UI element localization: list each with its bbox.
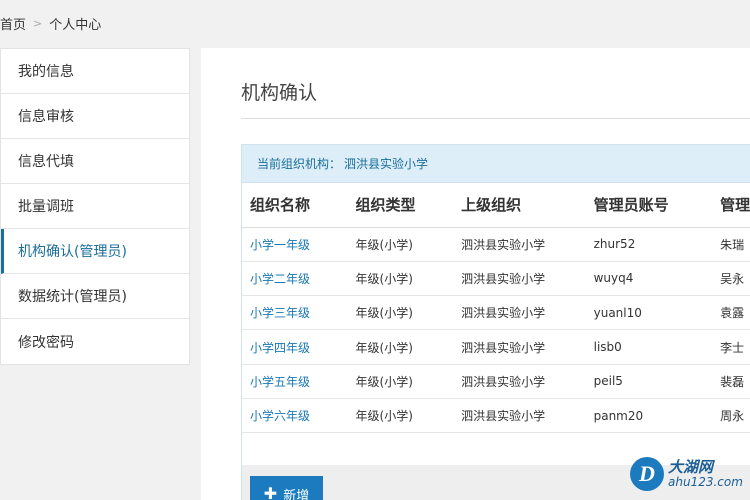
admin-name-cell: 袁露 <box>712 295 750 331</box>
table-row: 小学六年级 年级(小学) 泗洪县实验小学 panm20 周永 <box>242 398 750 434</box>
page-title: 机构确认 <box>241 82 318 104</box>
watermark-logo-icon: D <box>630 457 664 491</box>
parent-org-cell: 泗洪县实验小学 <box>453 398 586 434</box>
sidebar-item-org-confirm[interactable]: 机构确认(管理员) <box>1 229 189 274</box>
watermark-name: 大湖网 <box>668 458 714 477</box>
org-type-cell: 年级(小学) <box>347 364 454 399</box>
sidebar-menu: 我的信息 信息审核 信息代填 批量调班 机构确认(管理员) 数据统计(管理员) … <box>0 48 190 365</box>
sidebar-item-info-fill[interactable]: 信息代填 <box>1 139 189 184</box>
admin-name-cell: 吴永 <box>712 261 750 297</box>
watermark-url: ahu123.com <box>668 474 743 489</box>
parent-org-cell: 泗洪县实验小学 <box>453 364 586 399</box>
column-header-org-type: 组织类型 <box>347 183 454 228</box>
table-row: 小学三年级 年级(小学) 泗洪县实验小学 yuanl10 袁露 <box>242 295 750 331</box>
table-row: 小学二年级 年级(小学) 泗洪县实验小学 wuyq4 吴永 <box>242 261 750 297</box>
sidebar-item-my-info[interactable]: 我的信息 <box>1 49 189 94</box>
org-type-cell: 年级(小学) <box>347 398 454 434</box>
breadcrumb-separator: > <box>33 16 43 30</box>
admin-account-cell: zhur52 <box>585 227 713 262</box>
sidebar-item-batch-transfer[interactable]: 批量调班 <box>1 184 189 229</box>
org-type-cell: 年级(小学) <box>347 295 454 331</box>
breadcrumb-home-link[interactable]: 首页 <box>0 14 26 33</box>
add-button[interactable]: ✚ 新增 <box>250 476 323 500</box>
parent-org-cell: 泗洪县实验小学 <box>453 227 586 262</box>
table-header-row: 组织名称 组织类型 上级组织 管理员账号 管理 <box>242 183 750 228</box>
org-name-link[interactable]: 小学三年级 <box>242 295 348 331</box>
admin-account-cell: yuanl10 <box>585 295 713 331</box>
sidebar-item-data-stats[interactable]: 数据统计(管理员) <box>1 274 189 319</box>
breadcrumb: 首页 > 个人中心 <box>0 13 101 33</box>
admin-account-cell: peil5 <box>585 364 713 399</box>
admin-account-cell: panm20 <box>585 398 713 434</box>
watermark-text: 大湖网 ahu123.com <box>668 459 743 489</box>
breadcrumb-current: 个人中心 <box>49 17 102 33</box>
table-row: 小学一年级 年级(小学) 泗洪县实验小学 zhur52 朱瑞 <box>242 227 750 262</box>
admin-name-cell: 朱瑞 <box>712 227 750 262</box>
site-watermark: D 大湖网 ahu123.com <box>630 452 748 496</box>
admin-name-cell: 周永 <box>712 398 750 434</box>
add-button-label: 新增 <box>283 488 310 500</box>
admin-account-cell: lisb0 <box>585 329 713 365</box>
current-org-label: 当前组织机构： <box>257 157 342 171</box>
current-org-header: 当前组织机构： 泗洪县实验小学 <box>242 145 750 183</box>
org-name-link[interactable]: 小学六年级 <box>242 398 348 434</box>
org-name-link[interactable]: 小学二年级 <box>242 261 348 297</box>
org-table-panel: 当前组织机构： 泗洪县实验小学 组织名称 组织类型 上级组织 管理员账号 管理 … <box>241 144 750 500</box>
org-type-cell: 年级(小学) <box>347 329 454 365</box>
admin-account-cell: wuyq4 <box>585 261 713 297</box>
parent-org-cell: 泗洪县实验小学 <box>453 295 586 331</box>
org-type-cell: 年级(小学) <box>347 227 454 262</box>
parent-org-cell: 泗洪县实验小学 <box>453 261 586 297</box>
table-row: 小学四年级 年级(小学) 泗洪县实验小学 lisb0 李士 <box>242 329 750 365</box>
table-row: 小学五年级 年级(小学) 泗洪县实验小学 peil5 裴磊 <box>242 364 750 399</box>
parent-org-cell: 泗洪县实验小学 <box>453 329 586 365</box>
main-panel: 机构确认 当前组织机构： 泗洪县实验小学 组织名称 组织类型 上级组织 管理员账… <box>201 48 750 500</box>
plus-icon: ✚ <box>263 484 278 500</box>
current-org-name: 泗洪县实验小学 <box>344 157 429 171</box>
sidebar-item-change-password[interactable]: 修改密码 <box>1 319 189 364</box>
title-divider <box>241 118 750 119</box>
org-table: 组织名称 组织类型 上级组织 管理员账号 管理 小学一年级 年级(小学) 泗洪县… <box>242 183 750 434</box>
admin-name-cell: 裴磊 <box>712 364 750 399</box>
column-header-admin-name: 管理 <box>712 183 750 228</box>
column-header-admin-account: 管理员账号 <box>585 183 713 228</box>
org-name-link[interactable]: 小学一年级 <box>242 227 348 262</box>
column-header-parent-org: 上级组织 <box>453 183 586 228</box>
org-type-cell: 年级(小学) <box>347 261 454 297</box>
column-header-org-name: 组织名称 <box>242 183 348 228</box>
sidebar-item-info-review[interactable]: 信息审核 <box>1 94 189 139</box>
org-name-link[interactable]: 小学五年级 <box>242 364 348 399</box>
admin-name-cell: 李士 <box>712 329 750 365</box>
org-name-link[interactable]: 小学四年级 <box>242 329 348 365</box>
